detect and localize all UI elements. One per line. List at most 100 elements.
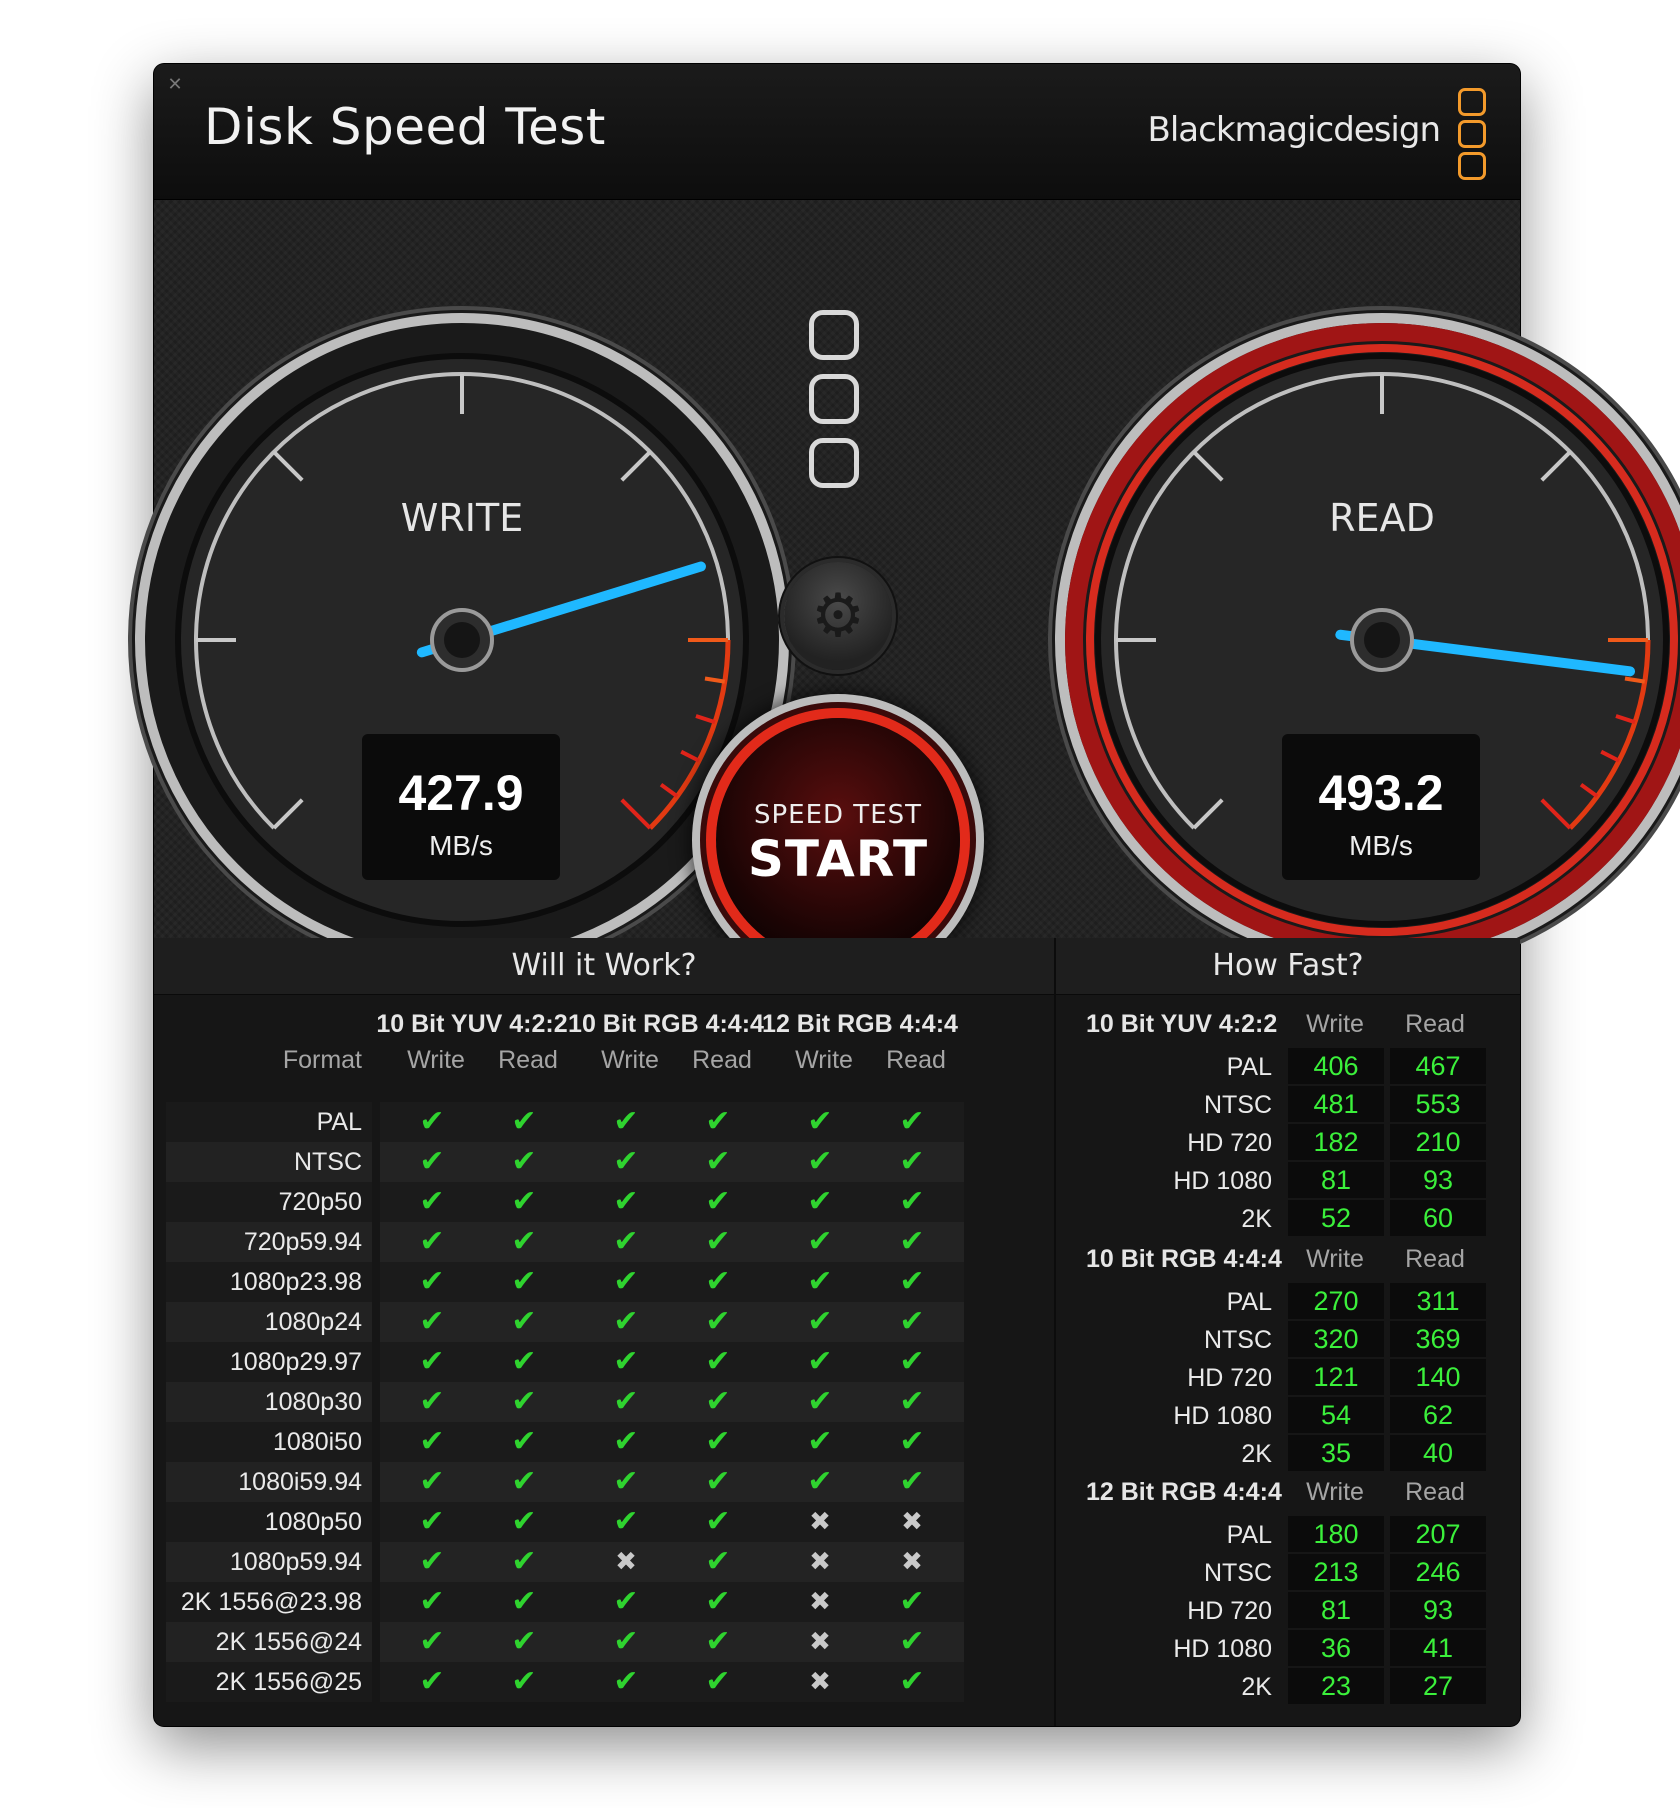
support-cell: ✔ <box>666 1542 770 1582</box>
checkmark-icon: ✔ <box>419 1664 445 1699</box>
checkmark-icon: ✔ <box>807 1464 833 1499</box>
support-cell: ✖ <box>768 1502 872 1542</box>
how-fast-read-value: 140 <box>1390 1359 1486 1395</box>
how-fast-read-value: 62 <box>1390 1397 1486 1433</box>
checkmark-icon: ✔ <box>613 1584 639 1619</box>
read-gauge-label: READ <box>1329 496 1435 540</box>
how-fast-format-label: HD 720 <box>1187 1597 1272 1625</box>
checkmark-icon: ✔ <box>807 1104 833 1139</box>
checkmark-icon: ✔ <box>511 1264 537 1299</box>
checkmark-icon: ✔ <box>807 1224 833 1259</box>
checkmark-icon: ✔ <box>511 1464 537 1499</box>
how-fast-write-value: 81 <box>1288 1162 1384 1198</box>
checkmark-icon: ✔ <box>899 1624 925 1659</box>
table-row: 720p59.94 ✔ ✔ ✔ ✔ ✔ ✔ <box>166 1222 1024 1262</box>
checkmark-icon: ✔ <box>705 1504 731 1539</box>
support-cell: ✔ <box>574 1622 678 1662</box>
how-fast-format-label: PAL <box>1226 1521 1272 1549</box>
how-fast-group-title: 10 Bit RGB 4:4:4 <box>1086 1245 1282 1273</box>
checkmark-icon: ✔ <box>613 1224 639 1259</box>
support-cell: ✔ <box>768 1182 872 1222</box>
checkmark-icon: ✔ <box>419 1344 445 1379</box>
how-fast-write-value: 81 <box>1288 1592 1384 1628</box>
format-label: 2K 1556@24 <box>166 1622 372 1662</box>
checkmark-icon: ✔ <box>419 1624 445 1659</box>
support-cell: ✔ <box>768 1342 872 1382</box>
checkmark-icon: ✔ <box>899 1184 925 1219</box>
checkmark-icon: ✔ <box>511 1424 537 1459</box>
support-cell: ✔ <box>380 1182 484 1222</box>
support-cell: ✔ <box>472 1542 576 1582</box>
support-cell: ✖ <box>768 1622 872 1662</box>
brand-name: Blackmagicdesign <box>1147 110 1441 150</box>
how-fast-write-value: 54 <box>1288 1397 1384 1433</box>
write-gauge-label: WRITE <box>400 496 524 540</box>
checkmark-icon: ✔ <box>419 1464 445 1499</box>
checkmark-icon: ✔ <box>807 1184 833 1219</box>
how-fast-read-value: 93 <box>1390 1162 1486 1198</box>
checkmark-icon: ✔ <box>613 1384 639 1419</box>
how-fast-read-value: 210 <box>1390 1124 1486 1160</box>
how-fast-format-label: NTSC <box>1203 1091 1272 1119</box>
format-label: 1080p30 <box>166 1382 372 1422</box>
cross-icon: ✖ <box>615 1547 637 1577</box>
support-cell: ✔ <box>860 1262 964 1302</box>
support-cell: ✔ <box>574 1342 678 1382</box>
support-cell: ✔ <box>574 1142 678 1182</box>
how-fast-format-label: PAL <box>1226 1288 1272 1316</box>
support-cell: ✔ <box>860 1302 964 1342</box>
support-cell: ✔ <box>768 1102 872 1142</box>
how-fast-subheader: Write <box>1306 1245 1364 1273</box>
checkmark-icon: ✔ <box>419 1224 445 1259</box>
table-row: 1080p23.98 ✔ ✔ ✔ ✔ ✔ ✔ <box>166 1262 1024 1302</box>
read-speed-unit: MB/s <box>1349 830 1413 861</box>
how-fast-read-value: 311 <box>1390 1283 1486 1319</box>
format-label: 720p50 <box>166 1182 372 1222</box>
checkmark-icon: ✔ <box>511 1584 537 1619</box>
column-subheader: Read <box>886 1046 946 1074</box>
table-row: 1080p50 ✔ ✔ ✔ ✔ ✖ ✖ <box>166 1502 1024 1542</box>
checkmark-icon: ✔ <box>899 1584 925 1619</box>
support-cell: ✔ <box>666 1262 770 1302</box>
how-fast-read-value: 41 <box>1390 1630 1486 1666</box>
format-label: NTSC <box>166 1142 372 1182</box>
support-cell: ✔ <box>666 1662 770 1702</box>
cross-icon: ✖ <box>809 1547 831 1577</box>
checkmark-icon: ✔ <box>511 1624 537 1659</box>
column-subheader: Write <box>795 1046 853 1074</box>
format-label: 2K 1556@25 <box>166 1662 372 1702</box>
support-cell: ✔ <box>666 1622 770 1662</box>
checkmark-icon: ✔ <box>511 1344 537 1379</box>
how-fast-write-value: 406 <box>1288 1048 1384 1084</box>
support-cell: ✔ <box>768 1262 872 1302</box>
support-cell: ✔ <box>666 1302 770 1342</box>
close-icon[interactable]: ✕ <box>164 74 186 96</box>
results-panel: Will it Work? How Fast? 10 Bit YUV 4:2:2… <box>154 938 1520 1726</box>
table-row: 2K 1556@23.98 ✔ ✔ ✔ ✔ ✖ ✔ <box>166 1582 1024 1622</box>
checkmark-icon: ✔ <box>613 1624 639 1659</box>
how-fast-write-value: 52 <box>1288 1200 1384 1236</box>
support-cell: ✖ <box>768 1662 872 1702</box>
how-fast-format-label: NTSC <box>1203 1326 1272 1354</box>
how-fast-subheader: Read <box>1405 1478 1465 1506</box>
support-cell: ✔ <box>472 1462 576 1502</box>
gear-icon[interactable]: ⚙ <box>784 562 892 670</box>
table-row: PAL ✔ ✔ ✔ ✔ ✔ ✔ <box>166 1102 1024 1142</box>
checkmark-icon: ✔ <box>899 1424 925 1459</box>
support-cell: ✔ <box>860 1582 964 1622</box>
column-subheader: Read <box>498 1046 558 1074</box>
how-fast-write-value: 213 <box>1288 1554 1384 1590</box>
support-cell: ✔ <box>380 1662 484 1702</box>
support-cell: ✔ <box>574 1302 678 1342</box>
start-button-caption: SPEED TEST <box>753 800 923 830</box>
how-fast-format-label: PAL <box>1226 1053 1272 1081</box>
support-cell: ✔ <box>380 1262 484 1302</box>
start-button[interactable]: SPEED TEST START <box>716 718 960 962</box>
format-label: 1080p23.98 <box>166 1262 372 1302</box>
how-fast-write-value: 180 <box>1288 1516 1384 1552</box>
support-cell: ✔ <box>666 1382 770 1422</box>
checkmark-icon: ✔ <box>613 1504 639 1539</box>
how-fast-format-label: HD 720 <box>1187 1129 1272 1157</box>
support-cell: ✔ <box>472 1262 576 1302</box>
how-fast-subheader: Write <box>1306 1010 1364 1038</box>
